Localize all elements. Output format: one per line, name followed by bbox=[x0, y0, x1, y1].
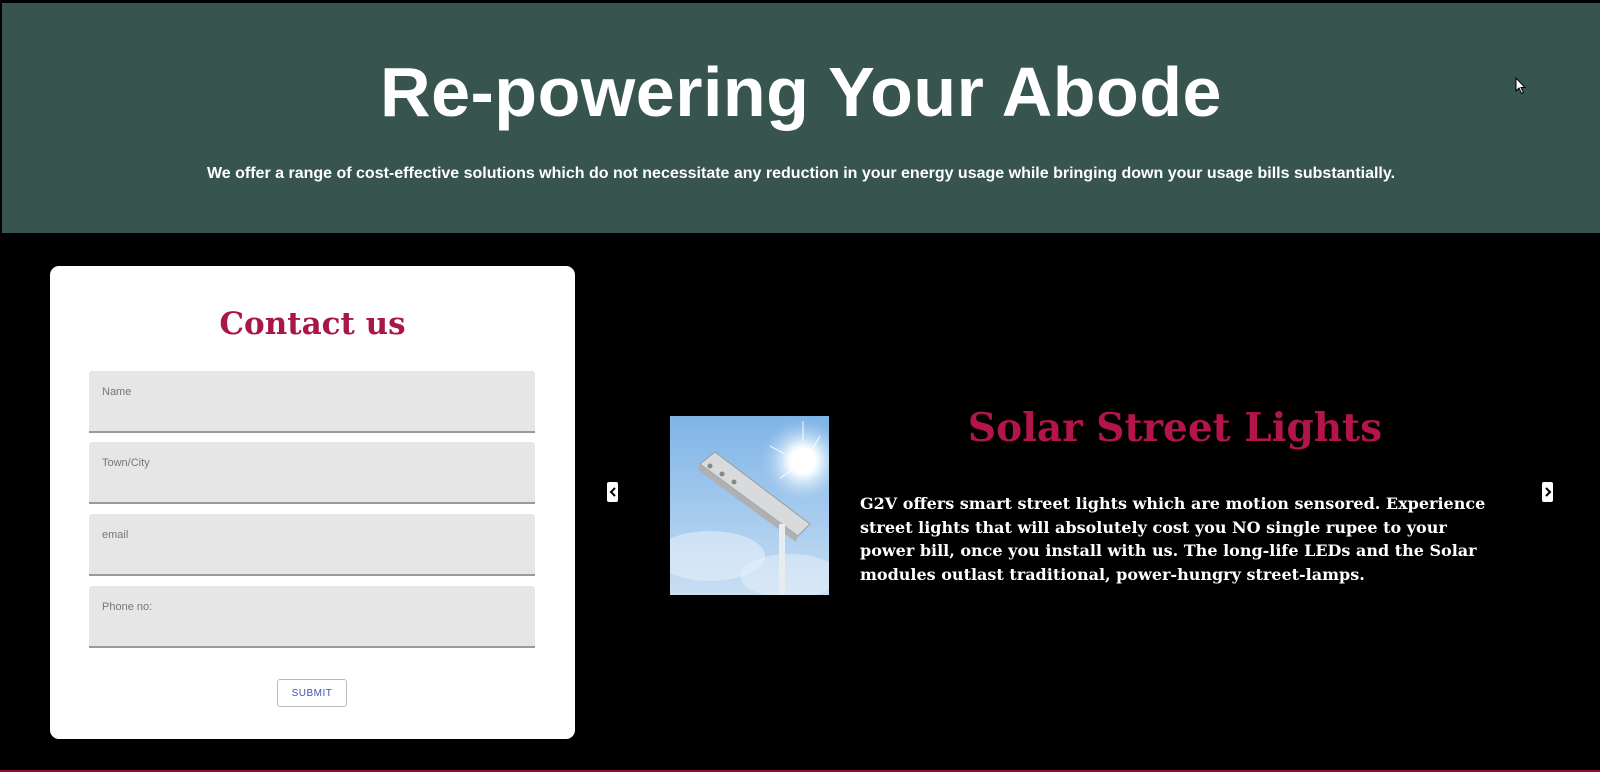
hero-title: Re-powering Your Abode bbox=[380, 53, 1222, 131]
email-field bbox=[89, 514, 535, 576]
contact-form-card: Contact us SUBMIT bbox=[50, 266, 575, 739]
hero-subtitle: We offer a range of cost-effective solut… bbox=[206, 165, 1396, 182]
town-city-field bbox=[89, 442, 535, 504]
phone-input[interactable] bbox=[89, 586, 535, 646]
contact-title: Contact us bbox=[219, 306, 406, 342]
carousel-next-button[interactable] bbox=[1542, 482, 1553, 502]
chevron-right-icon bbox=[1544, 487, 1551, 497]
solar-street-light-picture bbox=[670, 416, 829, 595]
name-field bbox=[89, 371, 535, 433]
slide-description: G2V offers smart street lights which are… bbox=[860, 494, 1486, 584]
carousel-prev-button[interactable] bbox=[607, 482, 618, 502]
page: Re-powering Your Abode We offer a range … bbox=[0, 0, 1600, 772]
chevron-left-icon bbox=[609, 487, 616, 497]
email-input[interactable] bbox=[89, 514, 535, 574]
hero-banner: Re-powering Your Abode We offer a range … bbox=[2, 3, 1600, 233]
mouse-cursor-icon bbox=[1515, 77, 1527, 95]
slide-title: Solar Street Lights bbox=[967, 405, 1383, 451]
solar-street-light-image bbox=[670, 416, 829, 595]
name-input[interactable] bbox=[89, 371, 535, 431]
town-city-input[interactable] bbox=[89, 442, 535, 502]
submit-button[interactable]: SUBMIT bbox=[277, 679, 347, 707]
phone-field bbox=[89, 586, 535, 648]
